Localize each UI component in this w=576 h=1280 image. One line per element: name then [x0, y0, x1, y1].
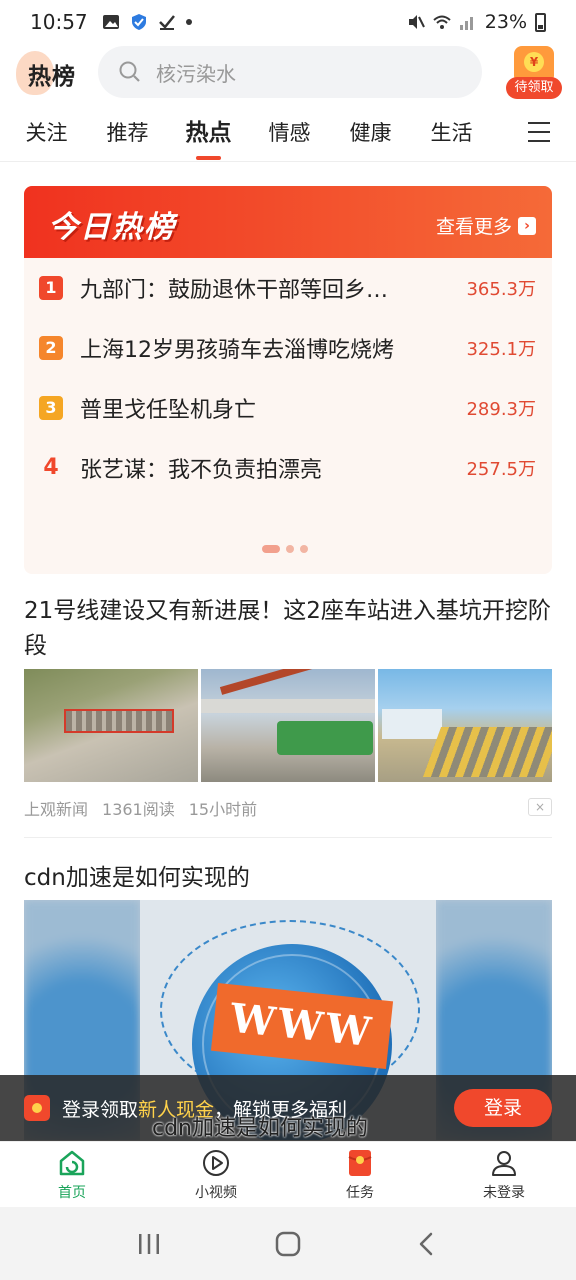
- login-button[interactable]: 登录: [454, 1089, 552, 1127]
- tab-emotion[interactable]: 情感: [249, 104, 330, 162]
- hot-list-item[interactable]: 1 九部门：鼓励退休干部等回乡… 365.3万: [24, 258, 552, 318]
- hot-item-title: 上海12岁男孩骑车去淄博吃烧烤: [80, 338, 394, 363]
- coin-icon: ¥: [524, 52, 544, 72]
- notification-icons: [102, 14, 192, 30]
- hot-list-banner: 今日热榜 查看更多 ›: [24, 186, 552, 258]
- tab-health[interactable]: 健康: [330, 104, 411, 162]
- tab-life[interactable]: 生活: [411, 104, 492, 162]
- hot-list-item[interactable]: 2 上海12岁男孩骑车去淄博吃烧烤 325.1万: [24, 318, 552, 378]
- nav-profile[interactable]: 未登录: [432, 1142, 576, 1207]
- nav-tasks-label: 任务: [346, 1184, 374, 1201]
- back-icon[interactable]: [414, 1231, 440, 1257]
- dismiss-icon[interactable]: ×: [528, 798, 552, 816]
- divider: [24, 837, 552, 838]
- news-meta: 上观新闻 1361阅读 15小时前: [24, 796, 257, 820]
- hot-item-title: 九部门：鼓励退休干部等回乡…: [80, 278, 389, 303]
- construction-pit-image: [378, 669, 552, 782]
- wifi-icon: [433, 15, 451, 29]
- nav-tasks[interactable]: 任务: [288, 1142, 432, 1207]
- dot-icon: [185, 19, 192, 25]
- menu-icon[interactable]: [528, 122, 550, 142]
- logo-text: 热榜: [28, 64, 76, 90]
- tab-recommend[interactable]: 推荐: [87, 104, 168, 162]
- news-source: 上观新闻: [24, 800, 89, 819]
- carousel-dot: [286, 545, 294, 553]
- hot-item-heat: 365.3万: [466, 279, 536, 300]
- tab-hot[interactable]: 热点: [168, 104, 249, 162]
- news-reads: 1361阅读: [102, 800, 175, 819]
- see-more-link[interactable]: 查看更多 ›: [436, 212, 536, 239]
- rank-badge: 3: [39, 396, 63, 420]
- nav-short-video-label: 小视频: [195, 1184, 237, 1201]
- rank-badge: 1: [39, 276, 63, 300]
- status-bar: 10:57 23%: [0, 0, 576, 44]
- screen: 10:57 23% 热榜 核污染水 ¥ 待领取 关注 推荐 热点 情感 健康 生…: [0, 0, 576, 1280]
- task-redpack-icon: [348, 1149, 372, 1176]
- news-time: 15小时前: [188, 800, 258, 819]
- redpack-icon: [24, 1095, 50, 1121]
- checkmark-icon: [158, 15, 175, 30]
- hot-item-heat: 325.1万: [466, 339, 536, 360]
- battery-icon: [535, 12, 546, 32]
- shield-icon: [131, 14, 146, 30]
- news-image-row[interactable]: [24, 669, 552, 782]
- play-icon: [203, 1149, 229, 1176]
- video-subtitle: cdn加速是如何实现的: [152, 1116, 369, 1141]
- carousel-dot-active: [262, 545, 280, 553]
- aerial-site-image: [24, 669, 198, 782]
- signal-icon: [459, 17, 473, 30]
- nav-home-label: 首页: [58, 1184, 86, 1201]
- home-button-icon[interactable]: [275, 1231, 301, 1257]
- hot-list-item[interactable]: 4 张艺谋：我不负责拍漂亮 257.5万: [24, 438, 552, 498]
- category-tabs: 关注 推荐 热点 情感 健康 生活: [0, 104, 576, 162]
- nav-short-video[interactable]: 小视频: [144, 1142, 288, 1207]
- user-icon: [492, 1150, 516, 1176]
- status-time: 10:57: [30, 10, 88, 34]
- tab-follow[interactable]: 关注: [6, 104, 87, 162]
- mute-icon: [408, 15, 425, 29]
- nav-home[interactable]: 首页: [0, 1142, 144, 1207]
- hot-item-heat: 257.5万: [466, 459, 536, 480]
- status-right: 23%: [407, 11, 546, 33]
- system-nav-bar: [0, 1207, 576, 1280]
- rank-badge: 4: [43, 455, 59, 480]
- recent-apps-icon[interactable]: [136, 1231, 162, 1257]
- redpack-label: 待领取: [506, 77, 562, 99]
- hot-item-title: 张艺谋：我不负责拍漂亮: [80, 458, 323, 483]
- news-title[interactable]: cdn加速是如何实现的: [24, 858, 250, 892]
- bottom-nav: 首页 小视频 任务 未登录: [0, 1141, 576, 1207]
- carousel-dot: [300, 545, 308, 553]
- see-more-label: 查看更多: [435, 216, 512, 238]
- gallery-icon: [102, 15, 119, 29]
- rank-badge: 2: [39, 336, 63, 360]
- header: 热榜 核污染水 ¥ 待领取: [0, 44, 576, 100]
- news-title[interactable]: 21号线建设又有新进展！这2座车站进入基坑开挖阶段: [24, 594, 552, 664]
- hot-list-item[interactable]: 3 普里戈任坠机身亡 289.3万: [24, 378, 552, 438]
- excavator-truck-image: [201, 669, 375, 782]
- hot-item-title: 普里戈任坠机身亡: [80, 398, 257, 423]
- nav-profile-label: 未登录: [483, 1184, 525, 1201]
- chevron-right-icon: ›: [518, 216, 536, 235]
- home-icon: [59, 1150, 85, 1175]
- hot-list-title: 今日热榜: [48, 210, 176, 245]
- hot-item-heat: 289.3万: [466, 399, 536, 420]
- hot-list-logo[interactable]: 热榜: [14, 47, 86, 97]
- search-icon: [119, 61, 140, 82]
- search-placeholder: 核污染水: [156, 61, 236, 86]
- carousel-dots: [262, 545, 308, 553]
- hot-list-card: 今日热榜 查看更多 › 1 九部门：鼓励退休干部等回乡… 365.3万 2 上海…: [24, 186, 552, 574]
- search-input[interactable]: 核污染水: [98, 46, 482, 98]
- redpack-reward-button[interactable]: ¥ 待领取: [506, 44, 562, 100]
- battery-percent: 23%: [484, 11, 527, 33]
